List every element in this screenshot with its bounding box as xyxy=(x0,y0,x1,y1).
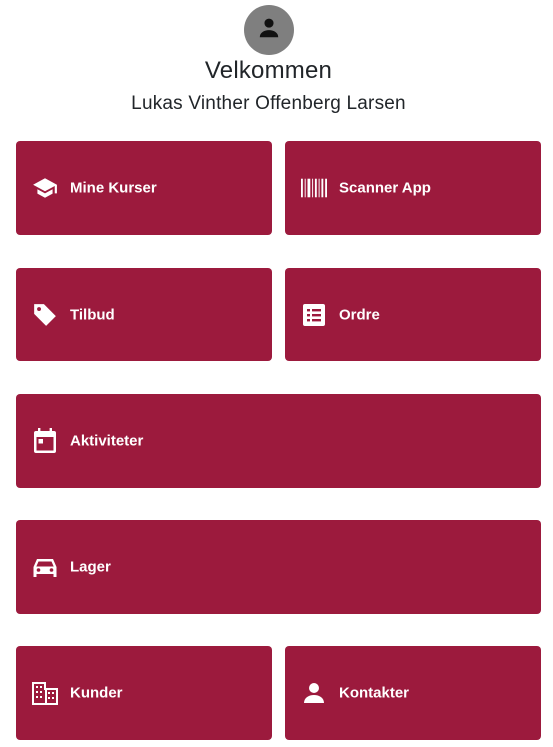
tile-kontakter[interactable]: Kontakter xyxy=(285,646,541,740)
avatar xyxy=(244,5,294,55)
tile-tilbud[interactable]: Tilbud xyxy=(16,268,272,361)
tile-label: Scanner App xyxy=(339,179,431,197)
calendar-icon xyxy=(32,428,58,454)
tile-label: Kontakter xyxy=(339,684,410,702)
tag-icon xyxy=(32,302,58,328)
tile-label: Kunder xyxy=(70,684,123,702)
barcode-icon xyxy=(301,175,327,201)
tile-mine-kurser[interactable]: Mine Kurser xyxy=(16,141,272,235)
tile-ordre[interactable]: Ordre xyxy=(285,268,541,361)
person-icon xyxy=(301,680,327,706)
tile-lager[interactable]: Lager xyxy=(16,520,541,614)
tile-kunder[interactable]: Kunder xyxy=(16,646,272,740)
tile-label: Tilbud xyxy=(70,306,115,323)
list-icon xyxy=(301,302,327,328)
welcome-heading: Velkommen xyxy=(204,57,333,84)
tile-label: Lager xyxy=(70,558,111,576)
user-name: Lukas Vinther Offenberg Larsen xyxy=(131,93,406,114)
tile-label: Aktiviteter xyxy=(70,432,144,450)
tile-label: Ordre xyxy=(339,306,380,323)
person-icon xyxy=(256,15,282,46)
tile-label: Mine Kurser xyxy=(70,179,157,197)
tile-aktiviteter[interactable]: Aktiviteter xyxy=(16,394,541,488)
building-icon xyxy=(32,680,58,706)
car-icon xyxy=(32,554,58,580)
graduation-cap-icon xyxy=(32,175,58,201)
tile-scanner-app[interactable]: Scanner App xyxy=(285,141,541,235)
